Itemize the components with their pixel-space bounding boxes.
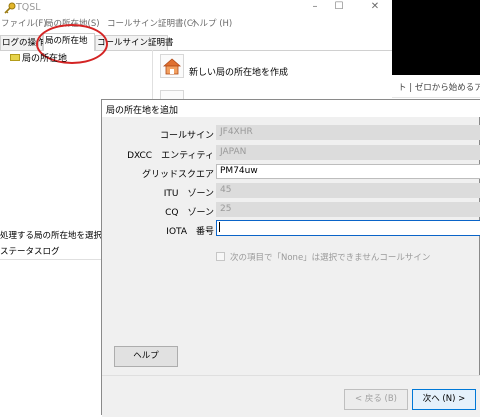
title-bar: TQSL – ☐ ✕: [0, 0, 392, 16]
grid-square-label: グリッドスクエア: [141, 170, 214, 180]
dialog-title: 局の所在地を追加: [106, 106, 179, 116]
callsign-field: JF4XHR: [216, 125, 480, 140]
maximize-button[interactable]: ☐: [327, 0, 351, 14]
none-option-label: 次の項目で「None」は選択できませんコールサイン: [230, 253, 431, 263]
cq-zone-label: CQ ゾーン: [165, 208, 214, 218]
folder-icon: [10, 54, 20, 61]
status-log-label: ステータスログ: [0, 245, 102, 260]
dialog-title-bar: 局の所在地を追加: [102, 100, 480, 117]
menu-callsign-certificate[interactable]: コールサイン証明書(C): [107, 17, 196, 29]
cq-zone-field: 25: [216, 202, 480, 217]
tree-item-station-location[interactable]: 局の所在地: [22, 51, 67, 64]
app-title: TQSL: [16, 2, 41, 13]
new-location-label[interactable]: 新しい局の所在地を作成: [189, 65, 288, 78]
iota-field[interactable]: [216, 220, 480, 236]
dxcc-label: DXCC エンティティ: [127, 151, 214, 161]
callsign-label: コールサイン: [159, 131, 214, 141]
help-button[interactable]: ヘルプ: [114, 346, 178, 367]
grid-square-field[interactable]: PM74uw: [216, 164, 480, 179]
select-location-prompt: 処理する局の所在地を選択: [0, 231, 103, 241]
itu-zone-label: ITU ゾーン: [163, 189, 214, 199]
menu-file[interactable]: ファイル(F): [1, 17, 47, 29]
house-icon[interactable]: [160, 54, 184, 78]
close-button[interactable]: ✕: [363, 0, 387, 14]
browser-tab-title: ト | ゼロから始めるアマチ: [398, 83, 480, 93]
dxcc-field: JAPAN: [216, 145, 480, 160]
menu-help[interactable]: ヘルプ (H): [191, 17, 232, 29]
iota-label: IOTA 番号: [166, 227, 214, 237]
minimize-button[interactable]: –: [303, 0, 327, 14]
itu-zone-field: 45: [216, 183, 480, 198]
none-option-checkbox[interactable]: [216, 252, 225, 261]
text-caret: [219, 222, 220, 232]
back-button[interactable]: < 戻る (B): [344, 389, 408, 410]
background-window: [392, 0, 480, 75]
next-button[interactable]: 次へ (N) >: [412, 389, 476, 410]
add-location-dialog: 局の所在地を追加 コールサイン JF4XHR DXCC エンティティ JAPAN…: [101, 99, 480, 417]
key-icon: [4, 2, 16, 14]
